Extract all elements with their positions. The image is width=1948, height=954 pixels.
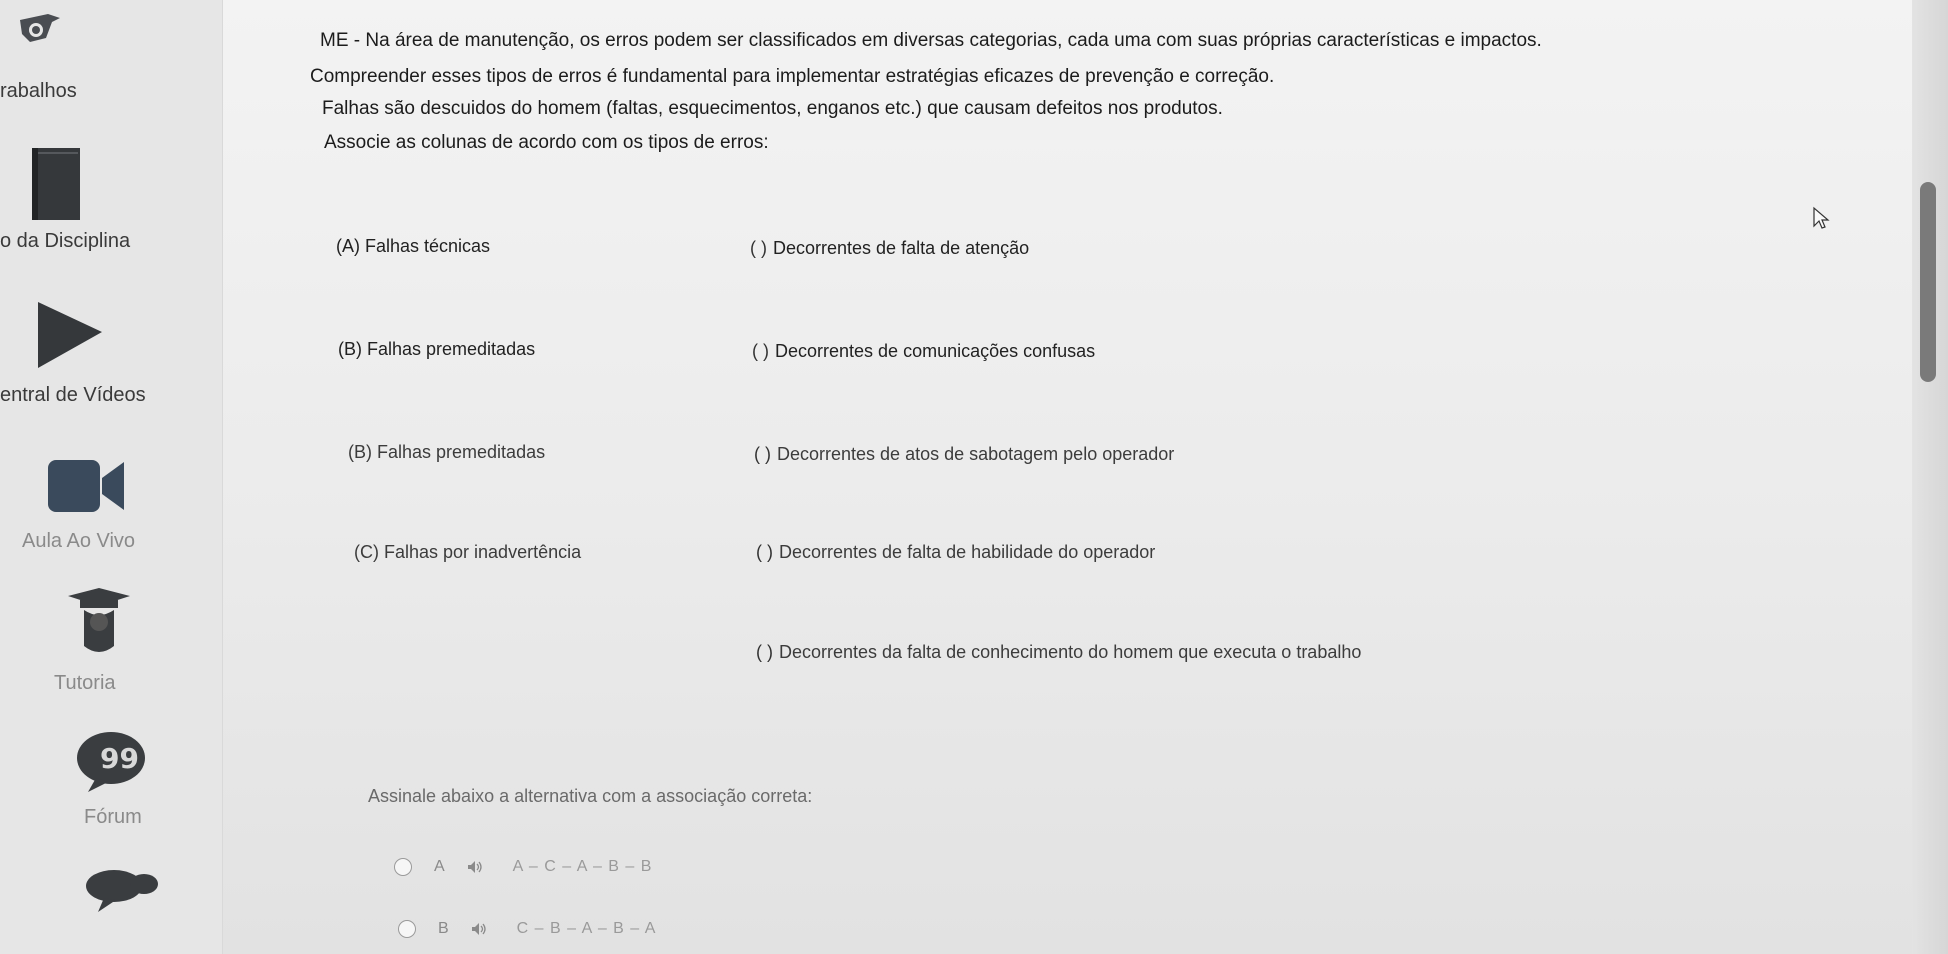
question-definition: Falhas são descuidos do homem (faltas, e…	[322, 98, 1223, 119]
sidebar-item-logo[interactable]	[0, 0, 222, 60]
radio-button[interactable]	[398, 920, 416, 938]
video-camera-icon	[48, 460, 124, 512]
quote-bubble-icon: 99	[77, 732, 145, 792]
speaker-icon[interactable]	[467, 860, 483, 874]
book-icon	[32, 148, 80, 220]
sidebar-item-tutoria[interactable]: Tutoria	[0, 586, 222, 696]
bird-icon	[20, 14, 60, 42]
column-b-text: Decorrentes de comunicações confusas	[775, 341, 1096, 361]
option-text: A – C – A – B – B	[512, 858, 653, 875]
sidebar: rabalhos o da Disciplina entral de Vídeo…	[0, 0, 223, 954]
sidebar-item-label: Tutoria	[54, 672, 116, 694]
option-letter: B	[438, 920, 449, 937]
column-b-item: ( ) Decorrentes de falta de atenção	[750, 238, 1029, 259]
answer-blank[interactable]: ( )	[754, 444, 771, 465]
column-a-item: (C) Falhas por inadvertência	[354, 542, 582, 562]
question-statement: ME - Na área de manutenção, os erros pod…	[320, 30, 1542, 51]
sidebar-item-videos[interactable]: entral de Vídeos	[0, 300, 222, 410]
column-b-text: Decorrentes de atos de sabotagem pelo op…	[777, 444, 1175, 464]
svg-text:99: 99	[100, 742, 139, 775]
sidebar-item-forum[interactable]: 99 Fórum	[0, 730, 222, 830]
answer-instruction: Assinale abaixo a alternativa com a asso…	[368, 786, 813, 806]
column-b-text: Decorrentes de falta de atenção	[773, 238, 1030, 258]
sidebar-item-label: Aula Ao Vivo	[22, 530, 136, 552]
column-a-item: (B) Falhas premeditadas	[338, 339, 536, 359]
scrollbar-thumb[interactable]	[1920, 182, 1936, 382]
column-b-text: Decorrentes de falta de habilidade do op…	[779, 542, 1156, 562]
answer-blank[interactable]: ( )	[752, 341, 769, 362]
column-b-item: ( ) Decorrentes de comunicações confusas	[752, 341, 1095, 362]
answer-blank[interactable]: ( )	[756, 542, 773, 563]
answer-blank[interactable]: ( )	[756, 642, 773, 663]
option-letter: A	[434, 858, 445, 875]
scrollbar-track[interactable]	[1912, 0, 1948, 954]
answer-blank[interactable]: ( )	[750, 238, 767, 259]
sidebar-item-chat[interactable]	[0, 862, 222, 932]
sidebar-item-aula-ao-vivo[interactable]: Aula Ao Vivo	[0, 450, 222, 560]
column-a-item: (B) Falhas premeditadas	[348, 442, 546, 462]
sidebar-item-label: o da Disciplina	[0, 230, 131, 252]
column-b-item: ( ) Decorrentes de atos de sabotagem pelo…	[754, 444, 1174, 465]
play-icon	[38, 302, 102, 368]
speaker-icon[interactable]	[471, 922, 487, 936]
sidebar-item-trabalhos[interactable]: rabalhos	[0, 70, 222, 110]
mouse-cursor-icon	[1813, 206, 1830, 229]
radio-button[interactable]	[394, 858, 412, 876]
answer-option-b[interactable]: B C – B – A – B – A	[398, 916, 656, 942]
column-a-item: (A) Falhas técnicas	[336, 236, 491, 256]
column-b-text: Decorrentes da falta de conhecimento do …	[779, 642, 1362, 662]
sidebar-item-label: rabalhos	[0, 80, 77, 102]
sidebar-item-label: entral de Vídeos	[0, 384, 146, 406]
graduation-cap-icon	[68, 588, 130, 652]
question-area: ME - Na área de manutenção, os erros pod…	[222, 0, 1912, 954]
column-b-item: ( ) Decorrentes de falta de habilidade do…	[756, 542, 1155, 563]
sidebar-item-label: Fórum	[84, 806, 142, 828]
question-instruction: Associe as colunas de acordo com os tipo…	[324, 132, 769, 153]
sidebar-item-disciplina[interactable]: o da Disciplina	[0, 140, 222, 260]
question-context: Compreender esses tipos de erros é funda…	[310, 66, 1275, 87]
chat-bubble-icon	[86, 870, 158, 912]
answer-option-a[interactable]: A A – C – A – B – B	[394, 854, 652, 880]
column-b-item: ( ) Decorrentes da falta de conhecimento …	[756, 642, 1361, 663]
option-text: C – B – A – B – A	[516, 920, 657, 937]
